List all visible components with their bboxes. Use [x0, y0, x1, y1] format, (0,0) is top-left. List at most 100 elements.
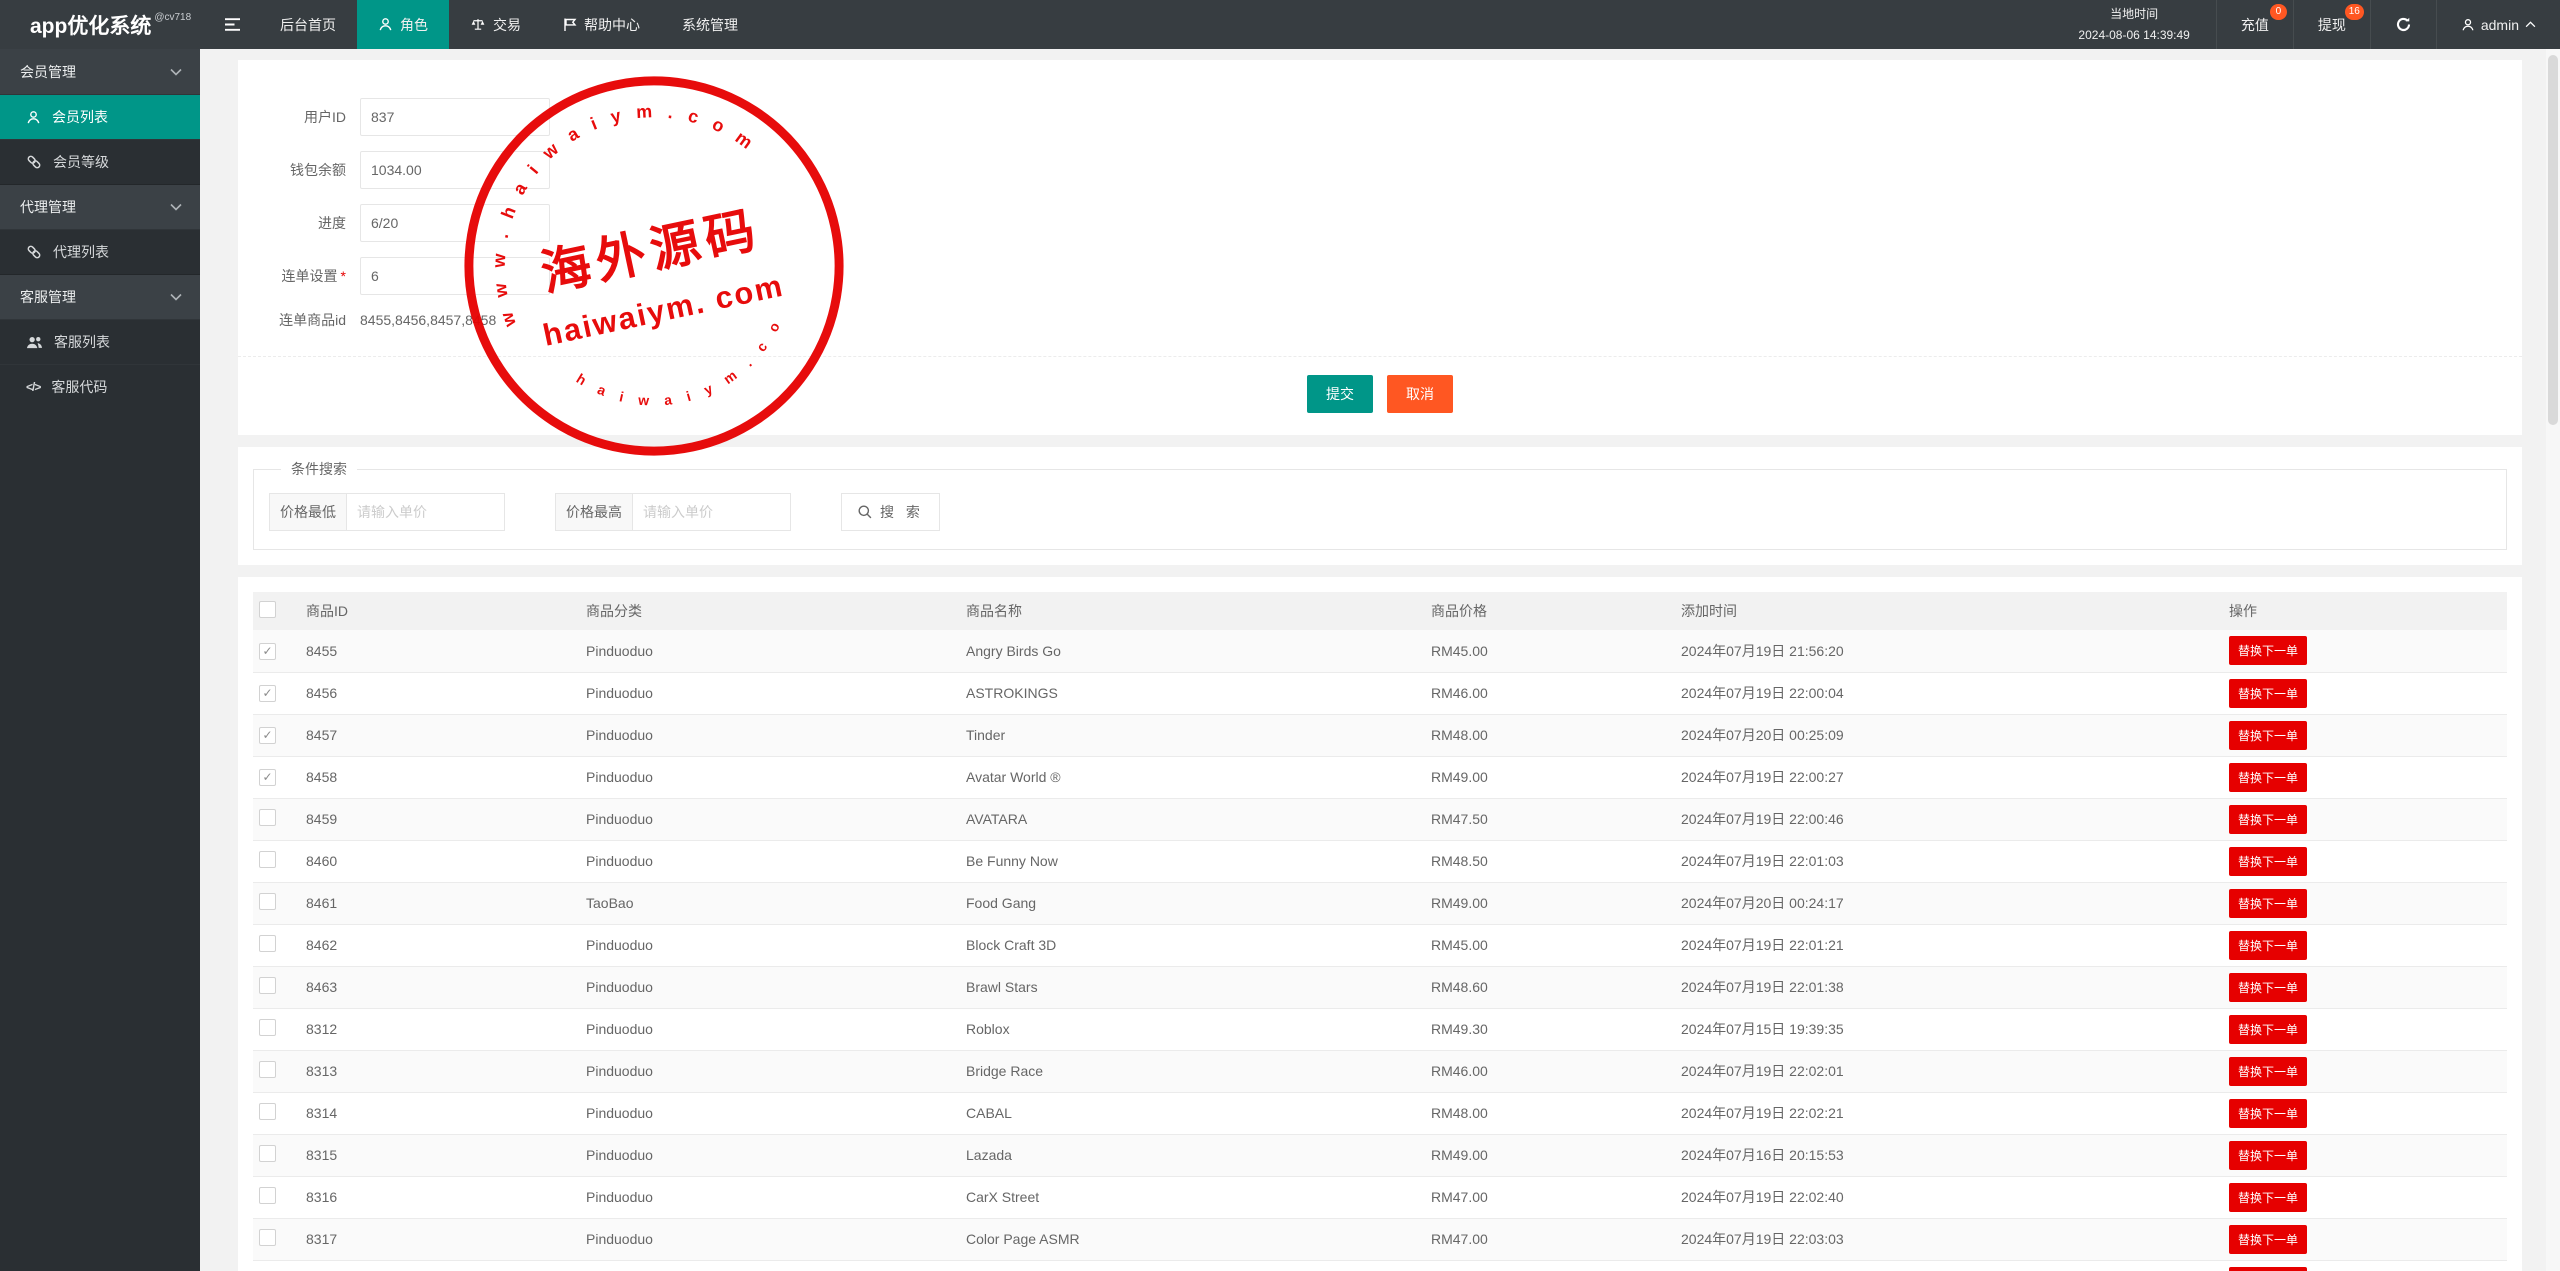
- main-content: 用户ID 钱包余额 进度 连单设置* 连单商品id 8455,8456,8457…: [200, 49, 2560, 1271]
- search-button[interactable]: 搜 索: [841, 493, 940, 531]
- name-cell: Bridge Race: [958, 1050, 1423, 1093]
- row-checkbox[interactable]: ✓: [259, 726, 276, 744]
- row-checkbox[interactable]: ✓: [259, 642, 276, 660]
- table-row[interactable]: 8317 Pinduoduo Color Page ASMR RM47.00 2…: [253, 1218, 2507, 1261]
- nav-item-help-center[interactable]: 帮助中心: [542, 0, 661, 49]
- page-scrollbar[interactable]: [2546, 49, 2560, 1271]
- replace-next-order-button[interactable]: 替换下一单: [2229, 1224, 2308, 1254]
- category-cell: Pinduoduo: [578, 672, 958, 715]
- table-row[interactable]: ✓ 8458 Pinduoduo Avatar World ® RM49.00 …: [253, 756, 2507, 799]
- table-row[interactable]: ✓ 8455 Pinduoduo Angry Birds Go RM45.00 …: [253, 630, 2507, 673]
- search-fieldset: 条件搜索 价格最低 价格最高 搜 索: [253, 459, 2507, 550]
- table-row[interactable]: 8316 Pinduoduo CarX Street RM47.00 2024年…: [253, 1176, 2507, 1219]
- table-row[interactable]: ✓ 8456 Pinduoduo ASTROKINGS RM46.00 2024…: [253, 672, 2507, 715]
- replace-next-order-button[interactable]: 替换下一单: [2229, 1098, 2308, 1128]
- sidebar-item-service-code[interactable]: </> 客服代码: [0, 364, 200, 409]
- col-price: 商品价格: [1423, 592, 1673, 630]
- replace-next-order-button[interactable]: 替换下一单: [2229, 1182, 2308, 1212]
- row-checkbox[interactable]: [259, 893, 276, 910]
- sidebar-item-member-level[interactable]: 会员等级: [0, 139, 200, 184]
- local-time: 当地时间 2024-08-06 14:39:49: [2052, 0, 2215, 49]
- replace-next-order-button[interactable]: 替换下一单: [2229, 1140, 2308, 1170]
- user-id-field[interactable]: [360, 98, 550, 136]
- replace-next-order-button[interactable]: 替换下一单: [2229, 762, 2308, 792]
- replace-next-order-button[interactable]: 替换下一单: [2229, 1056, 2308, 1086]
- table-row[interactable]: 8459 Pinduoduo AVATARA RM47.50 2024年07月1…: [253, 798, 2507, 841]
- form-row-chain-product-ids: 连单商品id 8455,8456,8457,8458: [238, 310, 2522, 330]
- min-price-input[interactable]: [347, 493, 505, 531]
- category-cell: Pinduoduo: [578, 924, 958, 967]
- replace-next-order-button[interactable]: 替换下一单: [2229, 930, 2308, 960]
- cancel-button[interactable]: 取消: [1387, 375, 1453, 413]
- chain-setting-field[interactable]: [360, 257, 550, 295]
- recharge-button[interactable]: 充值 0: [2215, 0, 2293, 49]
- select-all-checkbox[interactable]: [259, 601, 276, 618]
- sidebar-item-member-list[interactable]: 会员列表: [0, 94, 200, 139]
- row-checkbox[interactable]: [259, 851, 276, 868]
- table-row[interactable]: 8312 Pinduoduo Roblox RM49.30 2024年07月15…: [253, 1008, 2507, 1051]
- table-row[interactable]: 8318 Pinduoduo GRAB RM46.00 2024年07月15日 …: [253, 1260, 2507, 1271]
- replace-next-order-button[interactable]: 替换下一单: [2229, 636, 2308, 666]
- sidebar-group-service-management[interactable]: 客服管理: [0, 274, 200, 319]
- product-id-cell: 8456: [298, 672, 578, 715]
- admin-menu[interactable]: admin: [2435, 0, 2560, 49]
- row-checkbox[interactable]: ✓: [259, 684, 276, 702]
- replace-next-order-button[interactable]: 替换下一单: [2229, 1266, 2308, 1271]
- product-id-cell: 8461: [298, 882, 578, 925]
- price-cell: RM47.00: [1423, 1218, 1673, 1261]
- sidebar-group-agent-management[interactable]: 代理管理: [0, 184, 200, 229]
- replace-next-order-button[interactable]: 替换下一单: [2229, 804, 2308, 834]
- replace-next-order-button[interactable]: 替换下一单: [2229, 846, 2308, 876]
- scrollbar-thumb[interactable]: [2548, 55, 2558, 425]
- row-checkbox[interactable]: [259, 1187, 276, 1204]
- chevron-down-icon: [170, 68, 182, 76]
- table-row[interactable]: 8463 Pinduoduo Brawl Stars RM48.60 2024年…: [253, 966, 2507, 1009]
- replace-next-order-button[interactable]: 替换下一单: [2229, 972, 2308, 1002]
- table-row[interactable]: 8315 Pinduoduo Lazada RM49.00 2024年07月16…: [253, 1134, 2507, 1177]
- person-icon: [2461, 18, 2475, 32]
- replace-next-order-button[interactable]: 替换下一单: [2229, 678, 2308, 708]
- row-checkbox[interactable]: ✓: [259, 768, 276, 786]
- search-icon: [857, 504, 873, 520]
- added-time-cell: 2024年07月19日 21:56:20: [1673, 630, 2221, 673]
- row-checkbox[interactable]: [259, 1229, 276, 1246]
- progress-field[interactable]: [360, 204, 550, 242]
- replace-next-order-button[interactable]: 替换下一单: [2229, 720, 2308, 750]
- wallet-balance-label: 钱包余额: [290, 162, 346, 178]
- table-row[interactable]: ✓ 8457 Pinduoduo Tinder RM48.00 2024年07月…: [253, 714, 2507, 757]
- sidebar-group-member-management[interactable]: 会员管理: [0, 49, 200, 94]
- table-row[interactable]: 8314 Pinduoduo CABAL RM48.00 2024年07月19日…: [253, 1092, 2507, 1135]
- row-checkbox[interactable]: [259, 809, 276, 826]
- max-price-input[interactable]: [633, 493, 791, 531]
- submit-button[interactable]: 提交: [1307, 375, 1373, 413]
- row-checkbox[interactable]: [259, 1145, 276, 1162]
- wallet-balance-field[interactable]: [360, 151, 550, 189]
- table-row[interactable]: 8461 TaoBao Food Gang RM49.00 2024年07月20…: [253, 882, 2507, 925]
- replace-next-order-button[interactable]: 替换下一单: [2229, 1014, 2308, 1044]
- sidebar-item-service-list[interactable]: 客服列表: [0, 319, 200, 364]
- flag-icon: [563, 17, 577, 32]
- row-checkbox[interactable]: [259, 977, 276, 994]
- row-checkbox[interactable]: [259, 1019, 276, 1036]
- refresh-button[interactable]: [2369, 0, 2436, 49]
- row-checkbox[interactable]: [259, 1103, 276, 1120]
- nav-item-dashboard[interactable]: 后台首页: [259, 0, 357, 49]
- table-row[interactable]: 8460 Pinduoduo Be Funny Now RM48.50 2024…: [253, 840, 2507, 883]
- nav-item-trade[interactable]: 交易: [449, 0, 542, 49]
- replace-next-order-button[interactable]: 替换下一单: [2229, 888, 2308, 918]
- row-checkbox[interactable]: [259, 935, 276, 952]
- name-cell: Block Craft 3D: [958, 924, 1423, 967]
- product-table-card: 商品ID 商品分类 商品名称 商品价格 添加时间 操作 ✓ 8455 Pindu…: [238, 577, 2522, 1271]
- table-row[interactable]: 8462 Pinduoduo Block Craft 3D RM45.00 20…: [253, 924, 2507, 967]
- form-row-chain-setting: 连单设置 *: [238, 257, 2522, 295]
- table-row[interactable]: 8313 Pinduoduo Bridge Race RM46.00 2024年…: [253, 1050, 2507, 1093]
- withdraw-button[interactable]: 提现 16: [2292, 0, 2370, 49]
- collapse-sidebar-button[interactable]: [206, 0, 259, 49]
- price-cell: RM46.00: [1423, 1260, 1673, 1271]
- product-id-cell: 8459: [298, 798, 578, 841]
- admin-username: admin: [2480, 16, 2519, 33]
- row-checkbox[interactable]: [259, 1061, 276, 1078]
- nav-item-role[interactable]: 角色: [357, 0, 449, 49]
- sidebar-item-agent-list[interactable]: 代理列表: [0, 229, 200, 274]
- nav-item-system[interactable]: 系统管理: [661, 0, 759, 49]
